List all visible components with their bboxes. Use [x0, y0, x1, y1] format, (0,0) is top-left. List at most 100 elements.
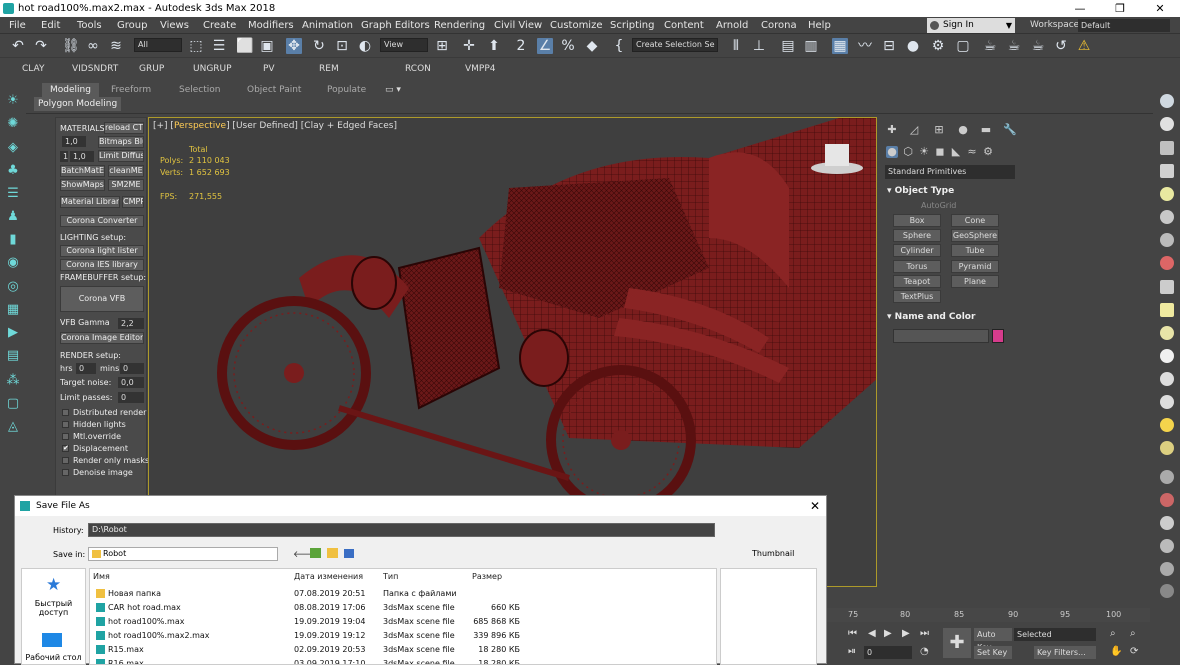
batchmated-button[interactable]: BatchMatEd: [60, 165, 105, 177]
rcon-button[interactable]: RCON: [405, 64, 431, 74]
bars-icon[interactable]: ▤: [5, 349, 21, 363]
corona-image-editor-button[interactable]: Corona Image Editor: [60, 332, 144, 344]
render-setup-icon[interactable]: ⚙: [930, 38, 946, 54]
placement-icon[interactable]: ◐: [357, 38, 373, 54]
column-name-header[interactable]: Имя: [93, 572, 110, 581]
cleanme-button[interactable]: cleanME: [108, 165, 144, 177]
sign-in-dropdown[interactable]: Sign In ▼: [927, 18, 1015, 33]
refresh-icon[interactable]: ↺: [1053, 38, 1069, 54]
ribbon-toggle-icon[interactable]: ▦: [832, 38, 848, 54]
viewport-view-name[interactable]: Perspective: [174, 121, 226, 131]
textplus-button[interactable]: TextPlus: [893, 290, 941, 303]
quick-access-link[interactable]: Быстрый доступ: [22, 599, 85, 617]
corona-converter-button[interactable]: Corona Converter: [60, 215, 144, 227]
menu-edit[interactable]: Edit: [41, 17, 60, 34]
current-frame-field[interactable]: 0: [864, 646, 912, 659]
hemisphere-icon[interactable]: [1160, 349, 1174, 363]
zoom-icon[interactable]: ⌕: [1110, 628, 1116, 639]
edit-named-selection-icon[interactable]: {: [611, 38, 627, 54]
cloud-icon[interactable]: [1160, 117, 1174, 131]
cmpp-button[interactable]: CMPP: [122, 196, 144, 208]
showmaps-button[interactable]: ShowMaps: [60, 179, 105, 191]
selection-set-select[interactable]: Selected: [1014, 628, 1096, 641]
percent-snap-icon[interactable]: %: [560, 38, 576, 54]
render-only-masks-checkbox[interactable]: [62, 457, 69, 464]
align-icon[interactable]: ⊥: [751, 38, 767, 54]
vmpp4-button[interactable]: VMPP4: [465, 64, 496, 74]
flag-icon[interactable]: [1160, 372, 1174, 386]
corona-ies-library-button[interactable]: Corona IES library: [60, 259, 144, 271]
object-type-header[interactable]: ▾ Object Type: [887, 186, 954, 196]
plane-button[interactable]: Plane: [951, 275, 999, 288]
set-key-icon[interactable]: ✚: [943, 628, 971, 658]
menu-civil-view[interactable]: Civil View: [494, 17, 542, 34]
cylinder-button[interactable]: Cylinder: [893, 244, 941, 257]
globe-icon[interactable]: [1160, 233, 1174, 247]
desktop-icon[interactable]: [42, 633, 62, 647]
asset-icon[interactable]: ◈: [5, 141, 21, 155]
reference-coord-select[interactable]: View: [380, 38, 428, 52]
grid-pattern-icon[interactable]: [1160, 516, 1174, 530]
hierarchy-icon[interactable]: [1160, 562, 1174, 576]
pyramid-button[interactable]: Pyramid: [951, 260, 999, 273]
link-icon[interactable]: ⛓: [62, 38, 80, 54]
primitives-type-select[interactable]: Standard Primitives: [885, 165, 1015, 179]
dialog-close-icon[interactable]: ✕: [810, 496, 820, 516]
redo-icon[interactable]: ↷: [33, 38, 49, 54]
grid-icon[interactable]: ▦: [5, 303, 21, 317]
restore-button[interactable]: ❐: [1100, 0, 1140, 17]
rotate-icon[interactable]: ↻: [311, 38, 327, 54]
helpers-icon[interactable]: ◣: [950, 146, 962, 158]
people-icon[interactable]: [1160, 210, 1174, 224]
menu-animation[interactable]: Animation: [302, 17, 353, 34]
vidsndrt-button[interactable]: VIDSNDRT: [72, 64, 118, 74]
corona-vfb-button[interactable]: Corona VFB: [60, 286, 144, 312]
up-folder-icon[interactable]: [310, 548, 321, 558]
material-library-button[interactable]: Material Library: [60, 196, 120, 208]
curve-editor-icon[interactable]: 〰: [857, 38, 873, 54]
limit-diffuse-spinner-a[interactable]: 1: [60, 151, 68, 162]
ring-icon[interactable]: ◎: [5, 280, 21, 294]
desktop-link[interactable]: Рабочий стол: [22, 653, 85, 662]
camera-icon[interactable]: ◬: [5, 420, 21, 434]
clay-button[interactable]: CLAY: [22, 64, 44, 74]
bulb-icon[interactable]: [1160, 187, 1174, 201]
screen-icon[interactable]: ▶: [5, 326, 21, 340]
utilities-tab-icon[interactable]: 🔧: [1003, 124, 1017, 136]
spacewarps-icon[interactable]: ≈: [966, 146, 978, 158]
mtl-override-checkbox[interactable]: [62, 433, 69, 440]
scene-explorer-icon[interactable]: ▤: [780, 38, 796, 54]
keyboard-shortcut-icon[interactable]: ⬆: [486, 38, 502, 54]
menu-file[interactable]: File: [9, 17, 26, 34]
object-color-swatch[interactable]: [992, 329, 1004, 343]
autogrid-label[interactable]: AutoGrid: [921, 201, 956, 210]
light-bulb-icon[interactable]: ☀: [5, 94, 21, 108]
grass-icon[interactable]: [1160, 470, 1174, 484]
hrs-spinner[interactable]: 0: [76, 363, 96, 374]
move-icon[interactable]: ✥: [286, 38, 302, 54]
sun-icon[interactable]: [1160, 418, 1174, 432]
sm2me-button[interactable]: SM2ME: [108, 179, 144, 191]
distributed-render-checkbox[interactable]: [62, 409, 69, 416]
star-icon[interactable]: ★: [46, 575, 61, 595]
snowflake-icon[interactable]: [1160, 539, 1174, 553]
rectangular-selection-icon[interactable]: ⬜: [236, 38, 253, 54]
sphere-light-icon[interactable]: [1160, 441, 1174, 455]
screen-icon[interactable]: [1160, 303, 1174, 317]
tree-icon[interactable]: ♣: [5, 164, 21, 178]
render-production-icon[interactable]: ☕: [982, 38, 998, 54]
column-date-header[interactable]: Дата изменения: [294, 572, 363, 581]
menu-modifiers[interactable]: Modifiers: [248, 17, 294, 34]
file-row[interactable]: hot road100%.max2.max 19.09.2019 19:12 3ds…: [90, 629, 716, 643]
torus-button[interactable]: Torus: [893, 260, 941, 273]
save-in-select[interactable]: Robot: [88, 547, 278, 561]
cameras-icon[interactable]: ◼: [934, 146, 946, 158]
zoom-all-icon[interactable]: ⌕: [1130, 628, 1136, 639]
pv-button[interactable]: PV: [263, 64, 275, 74]
key-icon[interactable]: [1160, 493, 1174, 507]
auto-key-button[interactable]: Auto Key: [974, 628, 1012, 652]
menu-graph-editors[interactable]: Graph Editors: [361, 17, 430, 34]
snaps-toggle-icon[interactable]: 2: [513, 38, 529, 54]
menu-customize[interactable]: Customize: [550, 17, 603, 34]
menu-content[interactable]: Content: [664, 17, 704, 34]
